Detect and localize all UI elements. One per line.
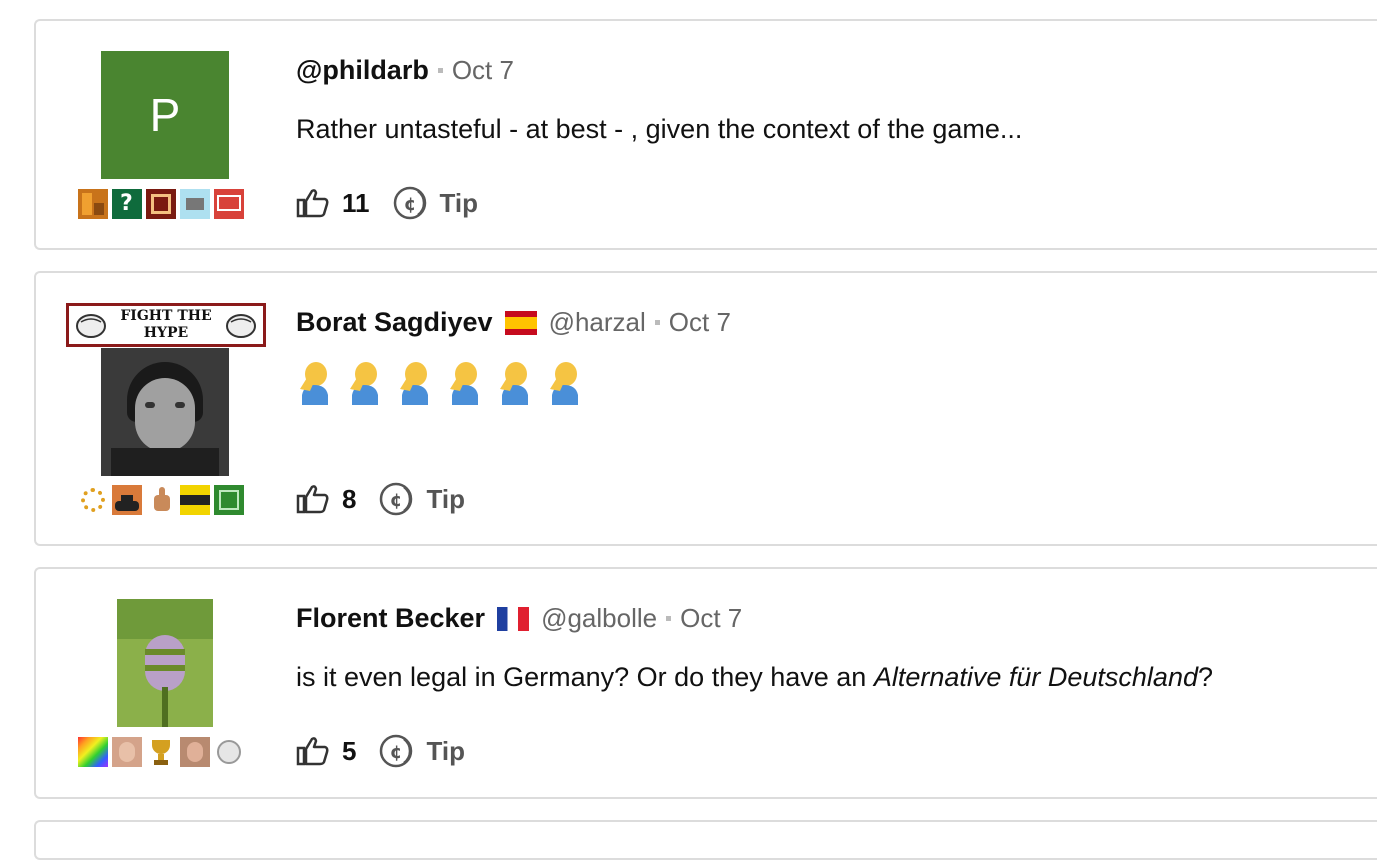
separator-dot [437,68,443,73]
fist-icon [226,314,256,338]
facepalm-emoji-icon [500,362,528,405]
comment-body: is it even legal in Germany? Or do they … [296,662,1213,693]
badge-row [78,737,244,769]
avatar-banner: FIGHT THE HYPE [66,303,266,347]
svg-text:¢: ¢ [390,490,403,511]
comment-header: @phildarb Oct 7 [296,55,514,86]
badge-row [78,485,244,517]
body-text-prefix: is it even legal in Germany? Or do they … [296,662,874,692]
comment-body [296,361,582,405]
user-handle[interactable]: @phildarb [296,55,429,86]
comment-header: Borat Sagdiyev @harzal Oct 7 [296,307,731,338]
thumbs-up-badge[interactable] [146,485,176,515]
comment-card: FIGHT THE HYPE Borat Sagdiyev @harzal Oc… [34,271,1377,546]
banner-text: FIGHT THE HYPE [120,308,212,341]
comment-header: Florent Becker @galbolle Oct 7 [296,603,742,634]
user-handle[interactable]: @harzal [549,307,646,338]
like-count: 8 [342,483,357,514]
comment-card: Florent Becker @galbolle Oct 7 is it eve… [34,567,1377,799]
body-text-suffix: ? [1197,662,1214,692]
coin-tip-icon[interactable]: ¢ [378,733,418,769]
green-f-badge[interactable] [214,485,244,515]
svg-text:¢: ¢ [390,742,403,763]
green-question-badge[interactable]: ? [112,189,142,219]
portrait-badge[interactable] [180,737,210,767]
tank-badge[interactable] [112,485,142,515]
user-handle[interactable]: @galbolle [541,603,657,634]
separator-dot [654,320,660,325]
comment-actions: 8 ¢ Tip [296,479,465,519]
like-count: 5 [342,735,357,766]
display-name[interactable]: Florent Becker [296,603,485,634]
coin-tip-icon[interactable]: ¢ [392,185,432,221]
avatar[interactable] [117,599,213,727]
coin-tip-icon[interactable]: ¢ [378,481,418,517]
tip-button[interactable]: Tip [440,188,479,219]
comment-date[interactable]: Oct 7 [680,603,742,634]
thumbs-up-icon[interactable] [296,187,330,219]
avatar-letter: P [149,89,181,141]
face-badge[interactable] [112,737,142,767]
svg-text:¢: ¢ [403,194,416,215]
tip-button[interactable]: Tip [426,484,465,515]
trophy-badge[interactable] [146,737,176,767]
avatar[interactable] [101,348,229,476]
tip-button[interactable]: Tip [426,736,465,767]
thumbs-up-icon[interactable] [296,483,330,515]
rainbow-badge[interactable] [78,737,108,767]
coin-badge[interactable] [214,737,244,767]
comment-card-partial [34,820,1377,860]
gold-wreath-badge[interactable] [78,485,108,515]
avatar[interactable]: P [101,51,229,179]
badge-row: ? [78,189,244,221]
facepalm-emoji-icon [350,362,378,405]
blue-box-badge[interactable] [180,189,210,219]
facepalm-emoji-icon [400,362,428,405]
comment-date[interactable]: Oct 7 [669,307,731,338]
win-play-lose-badge[interactable] [180,485,210,515]
facepalm-emoji-icon [300,362,328,405]
fist-icon [76,314,106,338]
comment-body: Rather untasteful - at best - , given th… [296,114,1023,144]
comment-card: P ? @phildarb Oct 7 Rather untasteful - … [34,19,1377,250]
like-count: 11 [342,187,370,218]
red-text-badge[interactable] [214,189,244,219]
spain-flag-icon [504,310,537,335]
red-r-badge[interactable] [146,189,176,219]
separator-dot [666,616,672,621]
comment-actions: 5 ¢ Tip [296,731,465,771]
body-text-italic: Alternative für Deutschland [873,662,1198,692]
facepalm-emoji-icon [550,362,578,405]
france-flag-icon [497,606,530,631]
facepalm-emoji-icon [450,362,478,405]
display-name[interactable]: Borat Sagdiyev [296,307,493,338]
comment-actions: 11 ¢ Tip [296,183,478,223]
orange-tiles-badge[interactable] [78,189,108,219]
comment-date[interactable]: Oct 7 [452,55,514,86]
thumbs-up-icon[interactable] [296,735,330,767]
